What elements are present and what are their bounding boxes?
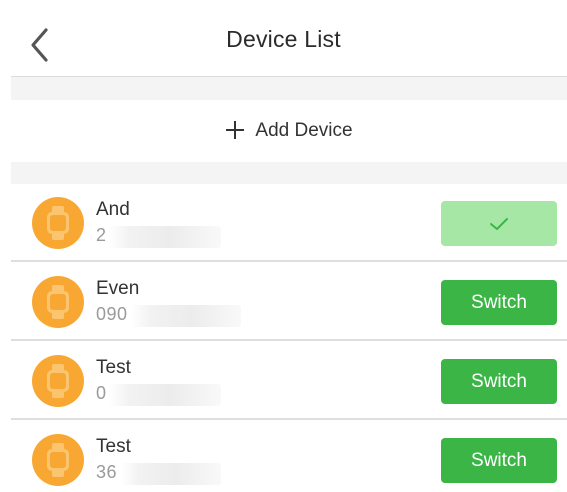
row-divider: [11, 339, 567, 341]
add-device-label: Add Device: [255, 120, 353, 141]
redacted-number: [121, 463, 221, 485]
watch-avatar-icon: [32, 197, 84, 249]
device-list-item: Even 090 Switch: [11, 263, 567, 341]
switch-button[interactable]: Switch: [441, 280, 557, 325]
check-icon: [490, 217, 508, 230]
device-number: 0: [96, 383, 107, 403]
redacted-number: [109, 226, 221, 248]
device-name: Test: [96, 436, 131, 457]
page-title: Device List: [226, 25, 341, 52]
redacted-number: [131, 305, 241, 327]
row-divider: [11, 418, 567, 420]
device-number: 090: [96, 304, 128, 324]
chevron-left-icon: [31, 28, 48, 62]
device-list-item: And 2: [11, 184, 567, 262]
device-list-item: Test 0 Switch: [11, 342, 567, 420]
current-device-indicator[interactable]: [441, 201, 557, 246]
device-list-screen: Device List Add Device And 2 Even 090 Sw…: [0, 0, 567, 492]
watch-avatar-icon: [32, 434, 84, 486]
watch-avatar-icon: [32, 355, 84, 407]
device-list-item: Test 36 Switch: [11, 421, 567, 492]
switch-button[interactable]: Switch: [441, 359, 557, 404]
section-spacer: [11, 77, 567, 100]
device-number: 2: [96, 225, 107, 245]
device-name: Test: [96, 357, 131, 378]
device-name: Even: [96, 278, 140, 299]
section-spacer: [11, 162, 567, 184]
row-divider: [11, 260, 567, 262]
redacted-number: [109, 384, 221, 406]
device-number: 36: [96, 462, 118, 482]
plus-icon: [225, 118, 245, 144]
switch-button[interactable]: Switch: [441, 438, 557, 483]
back-button[interactable]: [26, 26, 56, 64]
header-bar: Device List: [0, 0, 567, 76]
watch-avatar-icon: [32, 276, 84, 328]
device-name: And: [96, 199, 130, 220]
add-device-button[interactable]: Add Device: [11, 100, 567, 162]
